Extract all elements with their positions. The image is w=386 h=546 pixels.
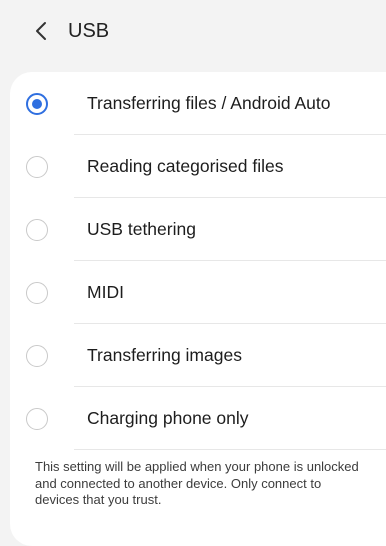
option-reading-categorised-files[interactable]: Reading categorised files xyxy=(10,135,386,198)
radio-button[interactable] xyxy=(26,408,48,430)
info-note: This setting will be applied when your p… xyxy=(35,459,359,507)
option-transferring-files[interactable]: Transferring files / Android Auto xyxy=(10,72,386,135)
option-charging-phone-only[interactable]: Charging phone only xyxy=(10,387,386,450)
radio-button[interactable] xyxy=(26,282,48,304)
option-usb-tethering[interactable]: USB tethering xyxy=(10,198,386,261)
divider xyxy=(74,449,386,450)
option-label: Transferring files / Android Auto xyxy=(87,93,331,113)
option-label: Reading categorised files xyxy=(87,156,284,176)
header: USB xyxy=(0,0,386,62)
back-button[interactable] xyxy=(28,18,54,44)
usb-options-card: Transferring files / Android Auto Readin… xyxy=(10,72,386,546)
page-title: USB xyxy=(68,20,110,42)
option-label: USB tethering xyxy=(87,219,196,239)
chevron-left-icon xyxy=(34,20,48,42)
radio-button[interactable] xyxy=(26,156,48,178)
option-midi[interactable]: MIDI xyxy=(10,261,386,324)
radio-button[interactable] xyxy=(26,219,48,241)
option-transferring-images[interactable]: Transferring images xyxy=(10,324,386,387)
radio-button[interactable] xyxy=(26,345,48,367)
option-label: Transferring images xyxy=(87,345,242,365)
option-label: MIDI xyxy=(87,282,124,302)
option-label: Charging phone only xyxy=(87,408,249,428)
usb-settings-screen: USB Transferring files / Android Auto Re… xyxy=(0,0,386,546)
radio-button[interactable] xyxy=(26,93,48,115)
